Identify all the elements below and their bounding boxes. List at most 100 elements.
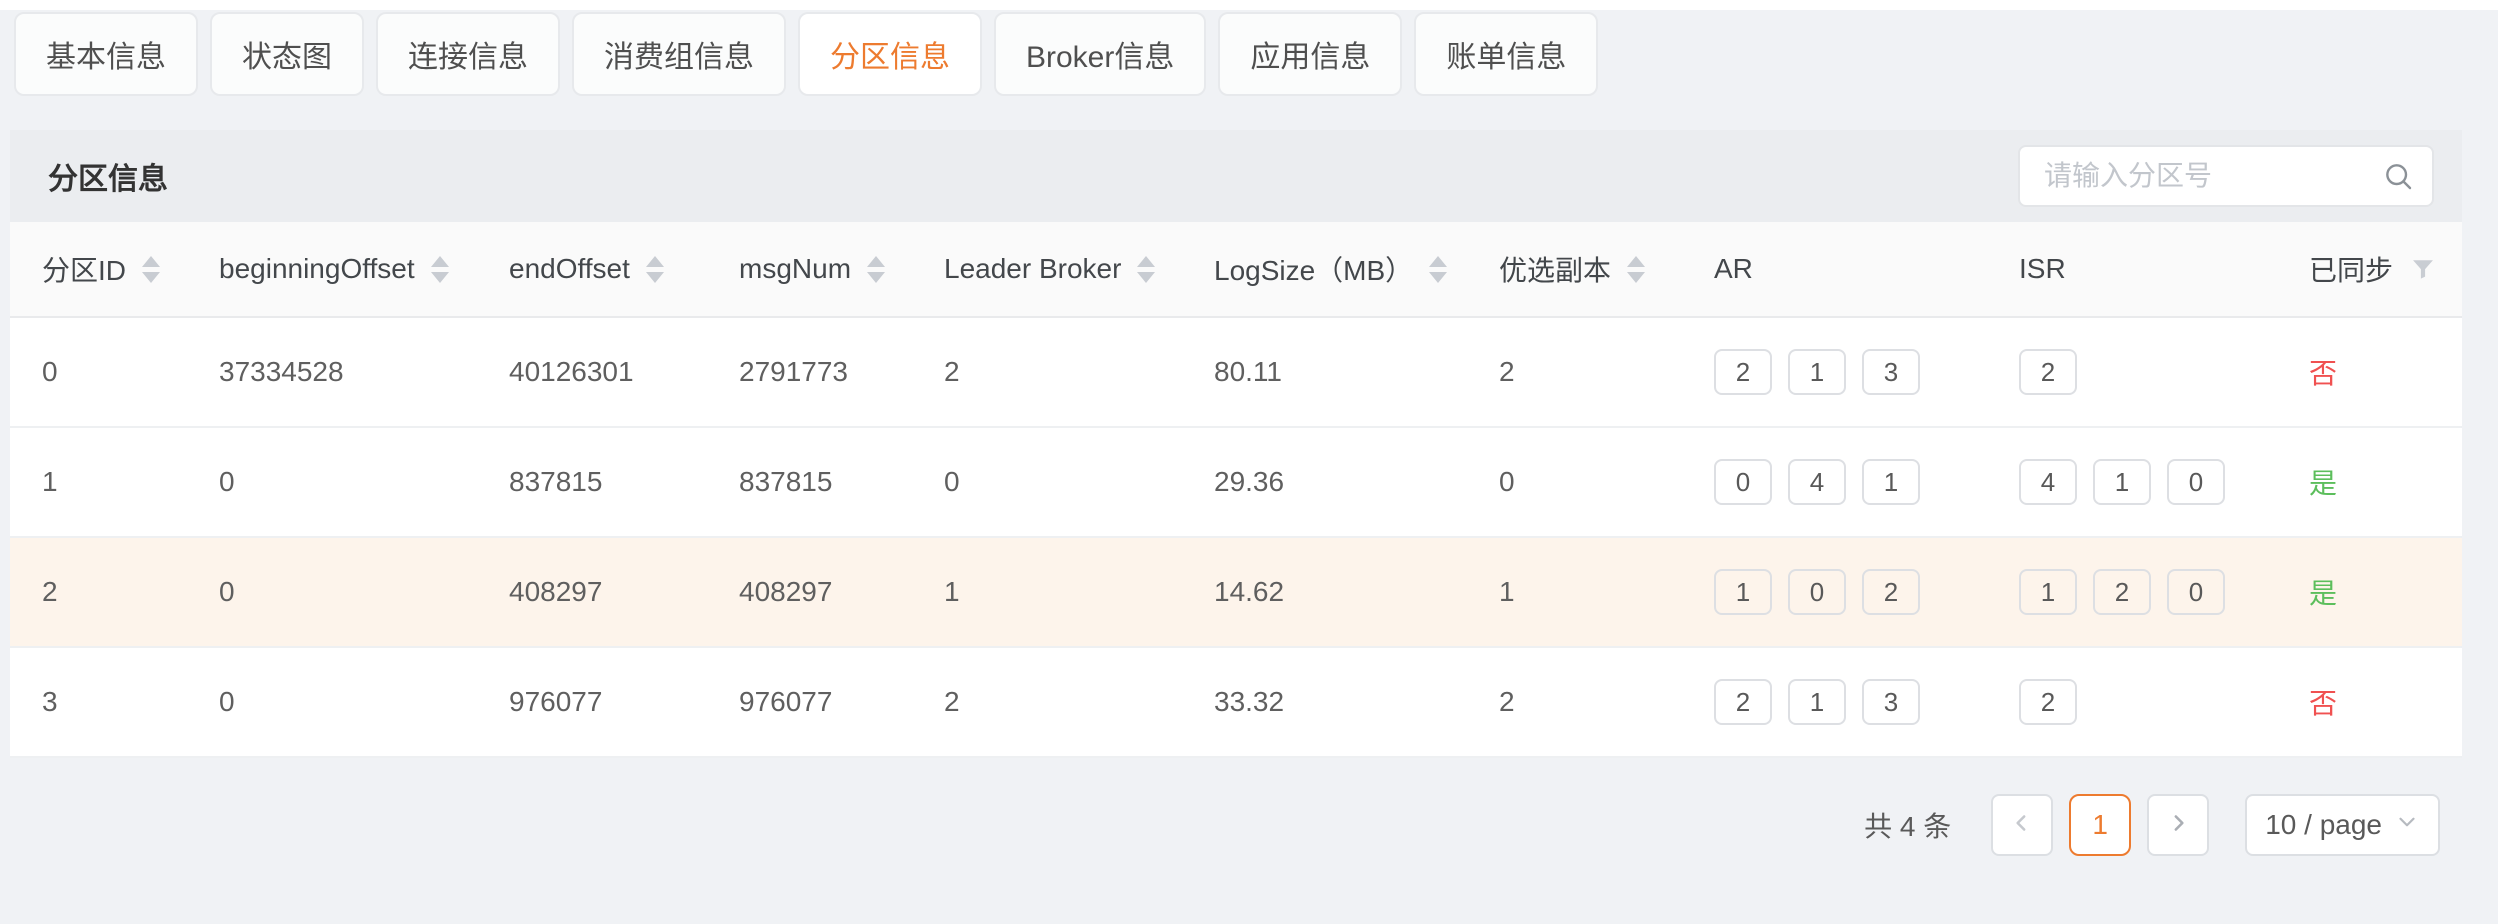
cell-synced: 否: [2277, 648, 2462, 756]
cell-value: 2: [42, 576, 58, 608]
replica-tag: 2: [1714, 679, 1772, 725]
replica-tag: 0: [1714, 459, 1772, 505]
replica-tag: 2: [2019, 679, 2077, 725]
sort-icon[interactable]: [646, 256, 664, 283]
caret-down-icon[interactable]: [1627, 272, 1645, 283]
sort-icon[interactable]: [1137, 256, 1155, 283]
tab-label: Broker信息: [1026, 32, 1174, 76]
cell-leader_broker: 2: [912, 648, 1182, 756]
cell-ar: 213: [1682, 318, 1987, 426]
cell-value: 2: [1499, 356, 1515, 388]
column-header-log_size: LogSize（MB）: [1182, 222, 1467, 316]
cell-value: 0: [1499, 466, 1515, 498]
cell-value: 1: [1499, 576, 1515, 608]
tab-item-5[interactable]: Broker信息: [994, 12, 1206, 96]
caret-up-icon[interactable]: [1137, 256, 1155, 267]
replica-tag: 0: [1788, 569, 1846, 615]
cell-isr: 410: [1987, 428, 2277, 536]
caret-up-icon[interactable]: [1429, 256, 1447, 267]
cell-end_offset: 837815: [477, 428, 707, 536]
cell-value: 976077: [739, 686, 832, 718]
chevron-right-icon: [2165, 810, 2191, 841]
sort-icon[interactable]: [142, 256, 160, 283]
cell-leader_broker: 2: [912, 318, 1182, 426]
column-header-label: 已同步: [2309, 249, 2393, 289]
synced-status: 否: [2309, 682, 2337, 722]
caret-up-icon[interactable]: [867, 256, 885, 267]
cell-value: 14.62: [1214, 576, 1284, 608]
column-header-ar: AR: [1682, 222, 1987, 316]
caret-down-icon[interactable]: [646, 272, 664, 283]
replica-tag: 2: [1714, 349, 1772, 395]
replica-tag: 2: [1862, 569, 1920, 615]
caret-up-icon[interactable]: [431, 256, 449, 267]
tab-bar: 基本信息状态图连接信息消费组信息分区信息 Broker信息 应用信息账单信息: [0, 10, 2498, 96]
next-page-button[interactable]: [2147, 794, 2209, 856]
cell-msg_num: 2791773: [707, 318, 912, 426]
tab-item-3[interactable]: 消费组信息: [572, 12, 786, 96]
cell-leader_broker: 0: [912, 428, 1182, 536]
cell-value: 29.36: [1214, 466, 1284, 498]
caret-up-icon[interactable]: [142, 256, 160, 267]
column-header-preferred_replica: 优选副本: [1467, 222, 1682, 316]
synced-status: 否: [2309, 352, 2337, 392]
caret-down-icon[interactable]: [1137, 272, 1155, 283]
replica-tag: 1: [2019, 569, 2077, 615]
replica-tag: 2: [2093, 569, 2151, 615]
cell-value: 408297: [509, 576, 602, 608]
tab-item-0[interactable]: 基本信息: [14, 12, 198, 96]
sort-icon[interactable]: [431, 256, 449, 283]
table-footer: 共 4 条 1 10 / page: [0, 794, 2440, 856]
prev-page-button[interactable]: [1991, 794, 2053, 856]
cell-preferred_replica: 2: [1467, 318, 1682, 426]
sort-icon[interactable]: [1627, 256, 1645, 283]
partition-search-box[interactable]: [2018, 145, 2434, 207]
tab-item-7[interactable]: 账单信息: [1414, 12, 1598, 96]
cell-log_size: 80.11: [1182, 318, 1467, 426]
column-header-partition_id: 分区ID: [10, 222, 187, 316]
cell-isr: 2: [1987, 648, 2277, 756]
tab-item-4[interactable]: 分区信息: [798, 12, 982, 96]
column-header-label: beginningOffset: [219, 253, 415, 285]
tab-item-1[interactable]: 状态图: [210, 12, 364, 96]
replica-tag: 3: [1862, 679, 1920, 725]
sort-icon[interactable]: [1429, 256, 1447, 283]
caret-up-icon[interactable]: [1627, 256, 1645, 267]
page-title: 分区信息: [48, 154, 168, 198]
cell-beginning_offset: 0: [187, 538, 477, 646]
cell-log_size: 29.36: [1182, 428, 1467, 536]
tab-label: 应用信息: [1250, 32, 1370, 76]
cell-value: 1: [944, 576, 960, 608]
cell-value: 408297: [739, 576, 832, 608]
column-header-leader_broker: Leader Broker: [912, 222, 1182, 316]
cell-partition_id: 1: [10, 428, 187, 536]
replica-tag: 1: [1788, 349, 1846, 395]
cell-value: 0: [219, 466, 235, 498]
tab-label: 状态图: [242, 32, 332, 76]
caret-up-icon[interactable]: [646, 256, 664, 267]
tab-item-6[interactable]: 应用信息: [1218, 12, 1402, 96]
synced-status: 是: [2309, 572, 2337, 612]
filter-icon[interactable]: [2409, 255, 2437, 283]
replica-tag: 1: [2093, 459, 2151, 505]
search-input[interactable]: [2042, 159, 2382, 193]
caret-down-icon[interactable]: [1429, 272, 1447, 283]
cell-isr: 2: [1987, 318, 2277, 426]
caret-down-icon[interactable]: [431, 272, 449, 283]
search-icon[interactable]: [2382, 160, 2414, 192]
tab-item-2[interactable]: 连接信息: [376, 12, 560, 96]
caret-down-icon[interactable]: [867, 272, 885, 283]
page-size-select[interactable]: 10 / page: [2245, 794, 2440, 856]
cell-synced: 是: [2277, 538, 2462, 646]
cell-beginning_offset: 0: [187, 428, 477, 536]
column-header-msg_num: msgNum: [707, 222, 912, 316]
cell-ar: 041: [1682, 428, 1987, 536]
sort-icon[interactable]: [867, 256, 885, 283]
cell-value: 0: [944, 466, 960, 498]
replica-tag: 4: [2019, 459, 2077, 505]
cell-value: 2: [1499, 686, 1515, 718]
page-1-button[interactable]: 1: [2069, 794, 2131, 856]
caret-down-icon[interactable]: [142, 272, 160, 283]
panel-header: 分区信息: [10, 130, 2462, 222]
column-header-label: Leader Broker: [944, 253, 1121, 285]
